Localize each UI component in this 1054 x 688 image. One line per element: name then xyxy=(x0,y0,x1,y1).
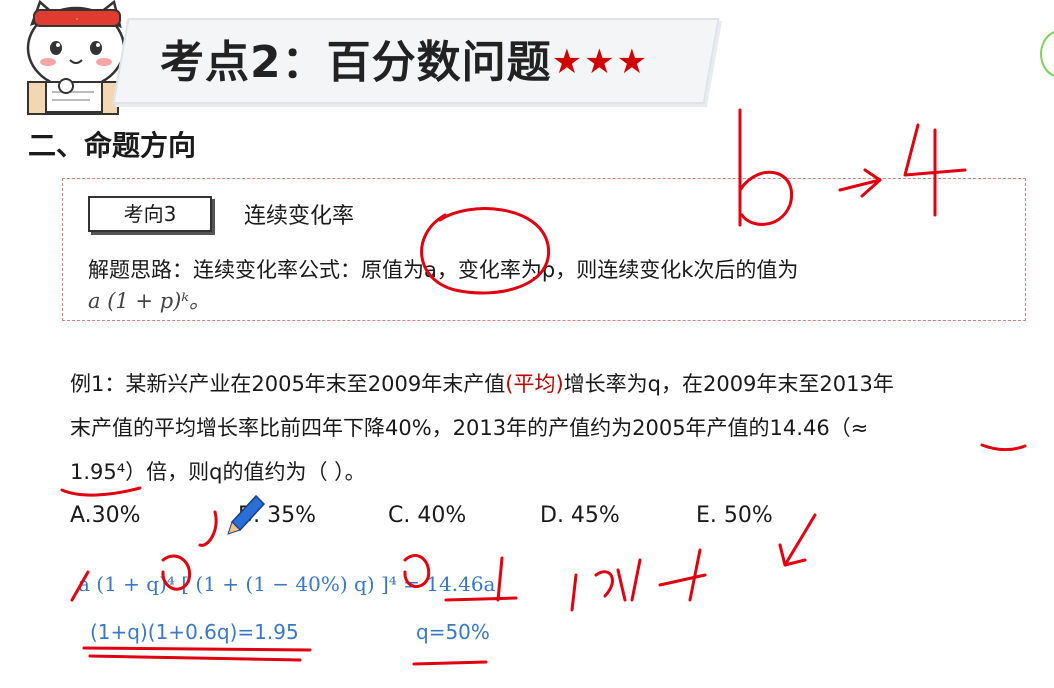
handwritten-check-arrow xyxy=(778,513,817,567)
strike-bracket xyxy=(496,556,504,602)
option-d: D. 45% xyxy=(540,503,620,528)
method-description: 解题思路：连续变化率公式：原值为a，变化率为p，则连续变化k次后的值为 xyxy=(88,258,799,282)
solution-equation-2: (1+q)(1+0.6q)=1.95 xyxy=(90,620,299,644)
svg-text:·: · xyxy=(76,15,79,25)
example-line-2: 末产值的平均增长率比前四年下降40%，2013年的产值约为2005年产值的14.… xyxy=(70,416,869,440)
option-a: A.30% xyxy=(70,503,141,528)
handwritten-195 xyxy=(570,548,707,612)
option-c: C. 40% xyxy=(388,503,467,528)
page-title: 考点2：百分数问题★★★ xyxy=(160,37,650,88)
example-line-3: 1.95⁴）倍，则q的值约为（ ）。 xyxy=(70,460,366,484)
highlight-average: (平均) xyxy=(505,372,564,396)
method-formula: a (1 + p)ᵏ。 xyxy=(88,289,210,313)
underline-1954 xyxy=(60,486,142,497)
method-name: 连续变化率 xyxy=(244,204,355,229)
underline-answer xyxy=(412,660,488,666)
underline-approx xyxy=(980,443,1027,452)
example-line-1: 例1：某新兴产业在2005年末至2009年末产值(平均)增长率为q，在2009年… xyxy=(70,372,894,396)
option-e: E. 50% xyxy=(696,503,773,528)
handwritten-check xyxy=(198,510,218,547)
solution-answer: q=50% xyxy=(416,620,490,644)
decorative-circle xyxy=(1040,30,1054,78)
method-badge: 考向3 xyxy=(88,196,212,232)
section-heading: 二、命题方向 xyxy=(28,129,197,162)
option-b: B. 35% xyxy=(238,503,316,528)
underline-equation xyxy=(82,646,312,662)
solution-equation-1: a (1 + q)⁴ [ (1 + (1 − 40%) q) ]⁴ = 14.4… xyxy=(78,572,496,596)
underline-1446 xyxy=(444,596,518,602)
rating-stars: ★★★ xyxy=(551,42,650,82)
